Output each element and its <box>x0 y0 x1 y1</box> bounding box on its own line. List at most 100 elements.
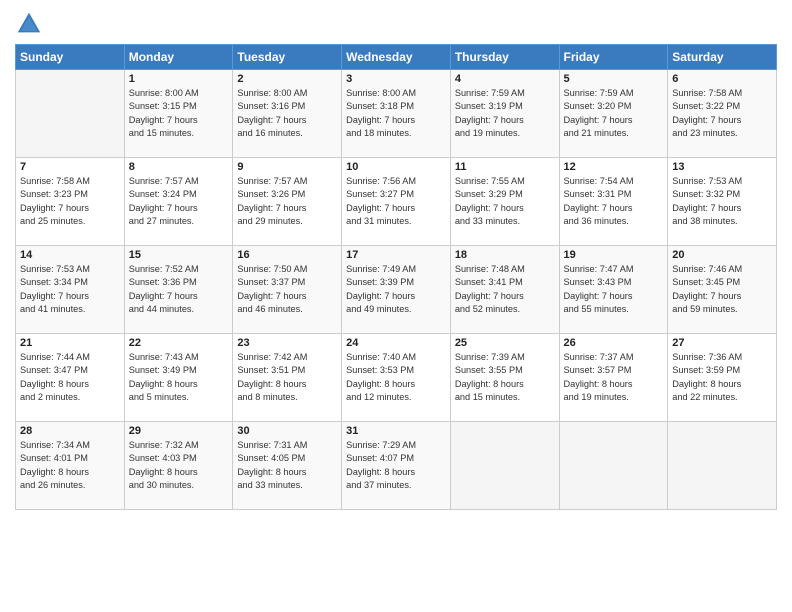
day-number: 9 <box>237 161 337 173</box>
day-info: Sunrise: 7:59 AM Sunset: 3:20 PM Dayligh… <box>564 87 664 140</box>
calendar-header-tuesday: Tuesday <box>233 45 342 70</box>
calendar-header-row: SundayMondayTuesdayWednesdayThursdayFrid… <box>16 45 777 70</box>
calendar-cell: 7 Sunrise: 7:58 AM Sunset: 3:23 PM Daylig… <box>16 158 125 246</box>
day-number: 25 <box>455 337 555 349</box>
calendar-cell <box>668 422 777 510</box>
day-number: 21 <box>20 337 120 349</box>
day-number: 18 <box>455 249 555 261</box>
day-info: Sunrise: 7:44 AM Sunset: 3:47 PM Dayligh… <box>20 351 120 404</box>
day-info: Sunrise: 7:50 AM Sunset: 3:37 PM Dayligh… <box>237 263 337 316</box>
calendar-cell: 17 Sunrise: 7:49 AM Sunset: 3:39 PM Dayli… <box>342 246 451 334</box>
day-info: Sunrise: 8:00 AM Sunset: 3:16 PM Dayligh… <box>237 87 337 140</box>
day-number: 28 <box>20 425 120 437</box>
day-info: Sunrise: 7:31 AM Sunset: 4:05 PM Dayligh… <box>237 439 337 492</box>
day-number: 29 <box>129 425 229 437</box>
calendar-cell: 13 Sunrise: 7:53 AM Sunset: 3:32 PM Dayli… <box>668 158 777 246</box>
calendar-week-1: 1 Sunrise: 8:00 AM Sunset: 3:15 PM Daylig… <box>16 70 777 158</box>
calendar-cell: 16 Sunrise: 7:50 AM Sunset: 3:37 PM Dayli… <box>233 246 342 334</box>
calendar-cell: 27 Sunrise: 7:36 AM Sunset: 3:59 PM Dayli… <box>668 334 777 422</box>
calendar-cell: 8 Sunrise: 7:57 AM Sunset: 3:24 PM Daylig… <box>124 158 233 246</box>
day-info: Sunrise: 7:42 AM Sunset: 3:51 PM Dayligh… <box>237 351 337 404</box>
day-info: Sunrise: 7:57 AM Sunset: 3:26 PM Dayligh… <box>237 175 337 228</box>
day-number: 27 <box>672 337 772 349</box>
day-number: 30 <box>237 425 337 437</box>
day-info: Sunrise: 7:39 AM Sunset: 3:55 PM Dayligh… <box>455 351 555 404</box>
calendar-header-sunday: Sunday <box>16 45 125 70</box>
calendar-cell <box>16 70 125 158</box>
day-info: Sunrise: 7:53 AM Sunset: 3:32 PM Dayligh… <box>672 175 772 228</box>
day-number: 31 <box>346 425 446 437</box>
calendar-cell: 3 Sunrise: 8:00 AM Sunset: 3:18 PM Daylig… <box>342 70 451 158</box>
calendar-cell: 2 Sunrise: 8:00 AM Sunset: 3:16 PM Daylig… <box>233 70 342 158</box>
day-number: 14 <box>20 249 120 261</box>
day-number: 22 <box>129 337 229 349</box>
day-info: Sunrise: 7:53 AM Sunset: 3:34 PM Dayligh… <box>20 263 120 316</box>
calendar-cell: 14 Sunrise: 7:53 AM Sunset: 3:34 PM Dayli… <box>16 246 125 334</box>
day-info: Sunrise: 7:49 AM Sunset: 3:39 PM Dayligh… <box>346 263 446 316</box>
calendar-cell: 18 Sunrise: 7:48 AM Sunset: 3:41 PM Dayli… <box>450 246 559 334</box>
day-info: Sunrise: 7:54 AM Sunset: 3:31 PM Dayligh… <box>564 175 664 228</box>
day-info: Sunrise: 7:29 AM Sunset: 4:07 PM Dayligh… <box>346 439 446 492</box>
calendar-cell: 30 Sunrise: 7:31 AM Sunset: 4:05 PM Dayli… <box>233 422 342 510</box>
day-info: Sunrise: 7:58 AM Sunset: 3:23 PM Dayligh… <box>20 175 120 228</box>
day-number: 7 <box>20 161 120 173</box>
calendar-cell: 26Sunrise: 7:37 AM Sunset: 3:57 PM Dayli… <box>559 334 668 422</box>
day-info: Sunrise: 7:40 AM Sunset: 3:53 PM Dayligh… <box>346 351 446 404</box>
day-info: Sunrise: 7:57 AM Sunset: 3:24 PM Dayligh… <box>129 175 229 228</box>
calendar-header-wednesday: Wednesday <box>342 45 451 70</box>
calendar-cell: 1 Sunrise: 8:00 AM Sunset: 3:15 PM Daylig… <box>124 70 233 158</box>
calendar-cell: 28 Sunrise: 7:34 AM Sunset: 4:01 PM Dayli… <box>16 422 125 510</box>
calendar-cell: 6Sunrise: 7:58 AM Sunset: 3:22 PM Daylig… <box>668 70 777 158</box>
calendar-cell: 4 Sunrise: 7:59 AM Sunset: 3:19 PM Daylig… <box>450 70 559 158</box>
day-info: Sunrise: 7:34 AM Sunset: 4:01 PM Dayligh… <box>20 439 120 492</box>
logo-icon <box>15 10 43 38</box>
calendar-cell: 15 Sunrise: 7:52 AM Sunset: 3:36 PM Dayli… <box>124 246 233 334</box>
calendar-cell: 20Sunrise: 7:46 AM Sunset: 3:45 PM Dayli… <box>668 246 777 334</box>
day-number: 16 <box>237 249 337 261</box>
day-number: 3 <box>346 73 446 85</box>
day-number: 20 <box>672 249 772 261</box>
calendar-cell: 11 Sunrise: 7:55 AM Sunset: 3:29 PM Dayli… <box>450 158 559 246</box>
day-number: 11 <box>455 161 555 173</box>
day-info: Sunrise: 7:36 AM Sunset: 3:59 PM Dayligh… <box>672 351 772 404</box>
day-info: Sunrise: 7:55 AM Sunset: 3:29 PM Dayligh… <box>455 175 555 228</box>
day-number: 13 <box>672 161 772 173</box>
day-number: 4 <box>455 73 555 85</box>
day-info: Sunrise: 7:58 AM Sunset: 3:22 PM Dayligh… <box>672 87 772 140</box>
calendar-cell: 23 Sunrise: 7:42 AM Sunset: 3:51 PM Dayli… <box>233 334 342 422</box>
calendar-cell: 31 Sunrise: 7:29 AM Sunset: 4:07 PM Dayli… <box>342 422 451 510</box>
day-number: 8 <box>129 161 229 173</box>
day-info: Sunrise: 7:43 AM Sunset: 3:49 PM Dayligh… <box>129 351 229 404</box>
calendar-cell <box>559 422 668 510</box>
calendar-header-friday: Friday <box>559 45 668 70</box>
day-info: Sunrise: 7:52 AM Sunset: 3:36 PM Dayligh… <box>129 263 229 316</box>
calendar-week-4: 21 Sunrise: 7:44 AM Sunset: 3:47 PM Dayli… <box>16 334 777 422</box>
calendar-week-5: 28 Sunrise: 7:34 AM Sunset: 4:01 PM Dayli… <box>16 422 777 510</box>
calendar-header-saturday: Saturday <box>668 45 777 70</box>
day-number: 15 <box>129 249 229 261</box>
calendar-header-thursday: Thursday <box>450 45 559 70</box>
day-info: Sunrise: 7:37 AM Sunset: 3:57 PM Dayligh… <box>564 351 664 404</box>
calendar-header-monday: Monday <box>124 45 233 70</box>
day-info: Sunrise: 7:32 AM Sunset: 4:03 PM Dayligh… <box>129 439 229 492</box>
day-number: 1 <box>129 73 229 85</box>
day-info: Sunrise: 8:00 AM Sunset: 3:18 PM Dayligh… <box>346 87 446 140</box>
day-info: Sunrise: 8:00 AM Sunset: 3:15 PM Dayligh… <box>129 87 229 140</box>
calendar-cell: 22 Sunrise: 7:43 AM Sunset: 3:49 PM Dayli… <box>124 334 233 422</box>
day-number: 2 <box>237 73 337 85</box>
day-number: 23 <box>237 337 337 349</box>
calendar-cell: 24Sunrise: 7:40 AM Sunset: 3:53 PM Dayli… <box>342 334 451 422</box>
calendar-cell: 5 Sunrise: 7:59 AM Sunset: 3:20 PM Daylig… <box>559 70 668 158</box>
day-number: 10 <box>346 161 446 173</box>
calendar-cell: 19 Sunrise: 7:47 AM Sunset: 3:43 PM Dayli… <box>559 246 668 334</box>
day-number: 17 <box>346 249 446 261</box>
day-info: Sunrise: 7:48 AM Sunset: 3:41 PM Dayligh… <box>455 263 555 316</box>
day-info: Sunrise: 7:47 AM Sunset: 3:43 PM Dayligh… <box>564 263 664 316</box>
page-container: SundayMondayTuesdayWednesdayThursdayFrid… <box>0 0 792 520</box>
day-info: Sunrise: 7:59 AM Sunset: 3:19 PM Dayligh… <box>455 87 555 140</box>
day-number: 5 <box>564 73 664 85</box>
day-number: 19 <box>564 249 664 261</box>
calendar-week-2: 7 Sunrise: 7:58 AM Sunset: 3:23 PM Daylig… <box>16 158 777 246</box>
day-number: 12 <box>564 161 664 173</box>
calendar-week-3: 14 Sunrise: 7:53 AM Sunset: 3:34 PM Dayli… <box>16 246 777 334</box>
